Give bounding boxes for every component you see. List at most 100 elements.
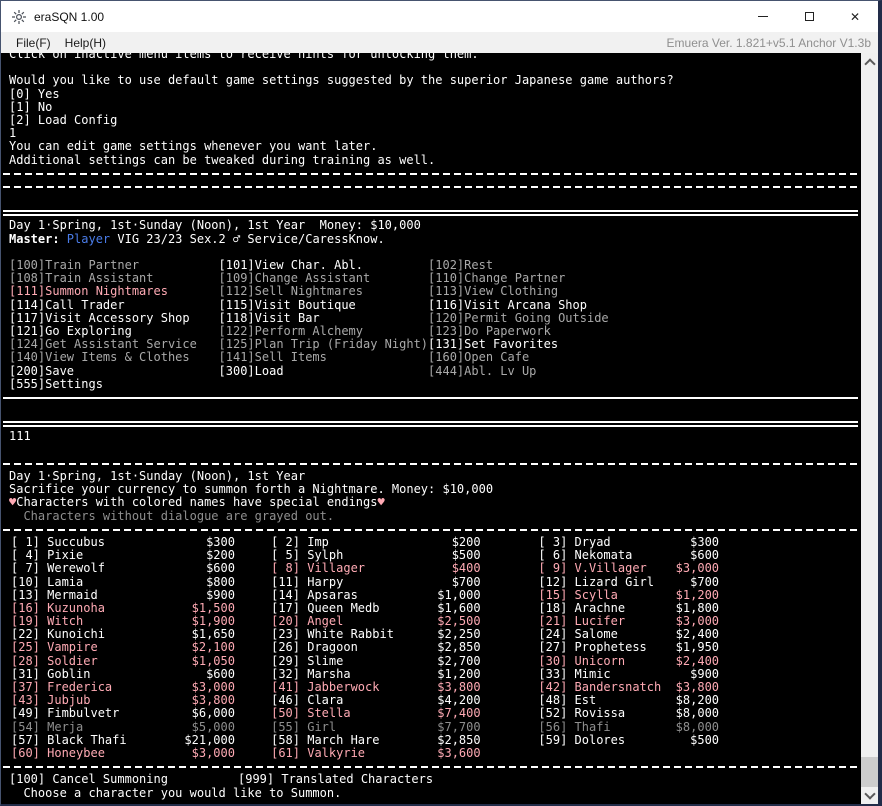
summon-character[interactable]: [52] Rovissa $8,000 <box>538 707 719 720</box>
summon-character[interactable]: [28] Soldier $1,050 <box>11 655 271 668</box>
menu-item[interactable]: [109]Change Assistant <box>219 272 429 285</box>
menu-item[interactable]: [131]Set Favorites <box>428 338 558 351</box>
summon-character[interactable]: [14] Apsaras $1,000 <box>271 589 538 602</box>
summon-character-row: [54] Merja $5,000 [55] Girl $7,700 [56] … <box>1 721 861 734</box>
summon-character[interactable]: [ 4] Pixie $200 <box>11 549 271 562</box>
minimize-button[interactable] <box>740 1 786 32</box>
main-menu-grid: [100]Train Partner [101]View Char. Abl. … <box>1 259 861 391</box>
summon-character[interactable]: [54] Merja $5,000 <box>11 721 271 734</box>
summon-character[interactable]: [12] Lizard Girl $700 <box>538 576 719 589</box>
summon-character[interactable]: [10] Lamia $800 <box>11 576 271 589</box>
summon-character[interactable]: [27] Prophetess $1,950 <box>538 641 719 654</box>
menu-item[interactable]: [444]Abl. Lv Up <box>428 365 536 378</box>
summon-character[interactable]: [ 8] Villager $400 <box>271 562 538 575</box>
summon-character[interactable]: [49] Fimbulvetr $6,000 <box>11 707 271 720</box>
menu-item[interactable]: [102]Rest <box>428 259 493 272</box>
menu-file[interactable]: File(F) <box>9 36 58 50</box>
summon-character[interactable]: [55] Girl $7,700 <box>271 721 538 734</box>
menu-item[interactable]: [118]Visit Bar <box>219 312 429 325</box>
menu-item[interactable]: [300]Load <box>219 365 429 378</box>
menu-item[interactable]: [123]Do Paperwork <box>428 325 551 338</box>
summon-character[interactable]: [18] Arachne $1,800 <box>538 602 719 615</box>
summon-character[interactable]: [42] Bandersnatch $3,800 <box>538 681 719 694</box>
scroll-up-button[interactable] <box>861 53 878 70</box>
summon-character[interactable]: [20] Angel $2,500 <box>271 615 538 628</box>
menu-item[interactable]: [124]Get Assistant Service <box>9 338 219 351</box>
scrollbar-thumb[interactable] <box>861 757 878 787</box>
summon-character[interactable]: [17] Queen Medb $1,600 <box>271 602 538 615</box>
summon-character[interactable]: [15] Scylla $1,200 <box>538 589 719 602</box>
summon-character[interactable]: [21] Lucifer $3,000 <box>538 615 719 628</box>
summon-character[interactable]: [23] White Rabbit $2,250 <box>271 628 538 641</box>
summon-character[interactable]: [ 2] Imp $200 <box>271 536 538 549</box>
cancel-summoning-option[interactable]: [100] Cancel Summoning <box>9 773 238 786</box>
summon-character[interactable]: [26] Dragoon $2,850 <box>271 641 538 654</box>
summon-character[interactable]: [31] Goblin $600 <box>11 668 271 681</box>
summon-character[interactable]: [11] Harpy $700 <box>271 576 538 589</box>
translated-characters-option[interactable]: [999] Translated Characters <box>238 773 433 786</box>
summon-character[interactable]: [58] March Hare $2,850 <box>271 734 538 747</box>
settings-option-yes[interactable]: [0] Yes <box>1 88 861 101</box>
summon-character[interactable]: [61] Valkyrie $3,600 <box>271 747 538 760</box>
summon-character[interactable]: [ 7] Werewolf $600 <box>11 562 271 575</box>
summon-character[interactable]: [43] Jubjub $3,800 <box>11 694 271 707</box>
menu-item[interactable]: [125]Plan Trip (Friday Night) <box>219 338 429 351</box>
summon-character[interactable]: [19] Witch $1,900 <box>11 615 271 628</box>
menu-item[interactable]: [116]Visit Arcana Shop <box>428 299 587 312</box>
summon-character[interactable]: [25] Vampire $2,100 <box>11 641 271 654</box>
summon-character[interactable]: [56] Thafi $8,000 <box>538 721 719 734</box>
menu-item[interactable]: [112]Sell Nightmares <box>219 285 429 298</box>
summon-character[interactable]: [50] Stella $7,400 <box>271 707 538 720</box>
menu-help[interactable]: Help(H) <box>58 36 113 50</box>
menu-item[interactable]: [120]Permit Going Outside <box>428 312 609 325</box>
summon-character[interactable]: [60] Honeybee $3,000 <box>11 747 271 760</box>
menu-item[interactable]: [113]View Clothing <box>428 285 558 298</box>
summon-character[interactable]: [29] Slime $2,700 <box>271 655 538 668</box>
menu-item[interactable]: [160]Open Cafe <box>428 351 529 364</box>
menu-item[interactable]: [121]Go Exploring <box>9 325 219 338</box>
summon-character-row: [16] Kuzunoha $1,500 [17] Queen Medb $1,… <box>1 602 861 615</box>
summon-character-row: [22] Kunoichi $1,650 [23] White Rabbit $… <box>1 628 861 641</box>
close-button[interactable]: ✕ <box>832 1 878 32</box>
scrollbar[interactable] <box>861 53 878 804</box>
summon-character[interactable]: [37] Frederica $3,000 <box>11 681 271 694</box>
summon-character[interactable]: [16] Kuzunoha $1,500 <box>11 602 271 615</box>
summon-character[interactable]: [ 3] Dryad $300 <box>538 536 719 549</box>
summon-character-grid: [ 1] Succubus $300 [ 2] Imp $200 [ 3] Dr… <box>1 536 861 760</box>
menu-item[interactable]: [122]Perform Alchemy <box>219 325 429 338</box>
menu-item[interactable]: [555]Settings <box>9 378 219 391</box>
summon-character[interactable]: [22] Kunoichi $1,650 <box>11 628 271 641</box>
menu-item[interactable]: [101]View Char. Abl. <box>219 259 429 272</box>
menu-item[interactable]: [117]Visit Accessory Shop <box>9 312 219 325</box>
menu-item[interactable]: [108]Train Assistant <box>9 272 219 285</box>
summon-character[interactable]: [30] Unicorn $2,400 <box>538 655 719 668</box>
summon-character[interactable]: [13] Mermaid $900 <box>11 589 271 602</box>
menu-item[interactable]: [200]Save <box>9 365 219 378</box>
menu-item[interactable]: [111]Summon Nightmares <box>9 285 219 298</box>
menu-item[interactable]: [140]View Items & Clothes <box>9 351 219 364</box>
menu-item[interactable]: [115]Visit Boutique <box>219 299 429 312</box>
summon-character[interactable]: [33] Mimic $900 <box>538 668 719 681</box>
summon-character[interactable]: [ 9] V.Villager $3,000 <box>538 562 719 575</box>
title-bar: eraSQN 1.00 ✕ <box>1 1 878 32</box>
menu-item[interactable]: [100]Train Partner <box>9 259 219 272</box>
settings-option-load-config[interactable]: [2] Load Config <box>1 114 861 127</box>
menu-item[interactable]: [141]Sell Items <box>219 351 429 364</box>
master-name-link[interactable]: Player <box>67 233 110 246</box>
menu-item[interactable]: [114]Call Trader <box>9 299 219 312</box>
summon-character[interactable]: [46] Clara $4,200 <box>271 694 538 707</box>
summon-character[interactable]: [ 1] Succubus $300 <box>11 536 271 549</box>
summon-character[interactable]: [41] Jabberwock $3,800 <box>271 681 538 694</box>
summon-character[interactable]: [ 6] Nekomata $600 <box>538 549 719 562</box>
summon-character[interactable]: [57] Black Thafi $21,000 <box>11 734 271 747</box>
summon-character[interactable]: [ 5] Sylph $500 <box>271 549 538 562</box>
summon-character[interactable]: [32] Marsha $1,200 <box>271 668 538 681</box>
maximize-button[interactable] <box>786 1 832 32</box>
summon-character[interactable]: [59] Dolores $500 <box>538 734 719 747</box>
scroll-down-button[interactable] <box>861 787 878 804</box>
summon-character[interactable]: [24] Salome $2,400 <box>538 628 719 641</box>
settings-option-no[interactable]: [1] No <box>1 101 861 114</box>
menu-row: [124]Get Assistant Service [125]Plan Tri… <box>1 338 861 351</box>
menu-item[interactable]: [110]Change Partner <box>428 272 565 285</box>
summon-character[interactable]: [48] Est $8,200 <box>538 694 719 707</box>
